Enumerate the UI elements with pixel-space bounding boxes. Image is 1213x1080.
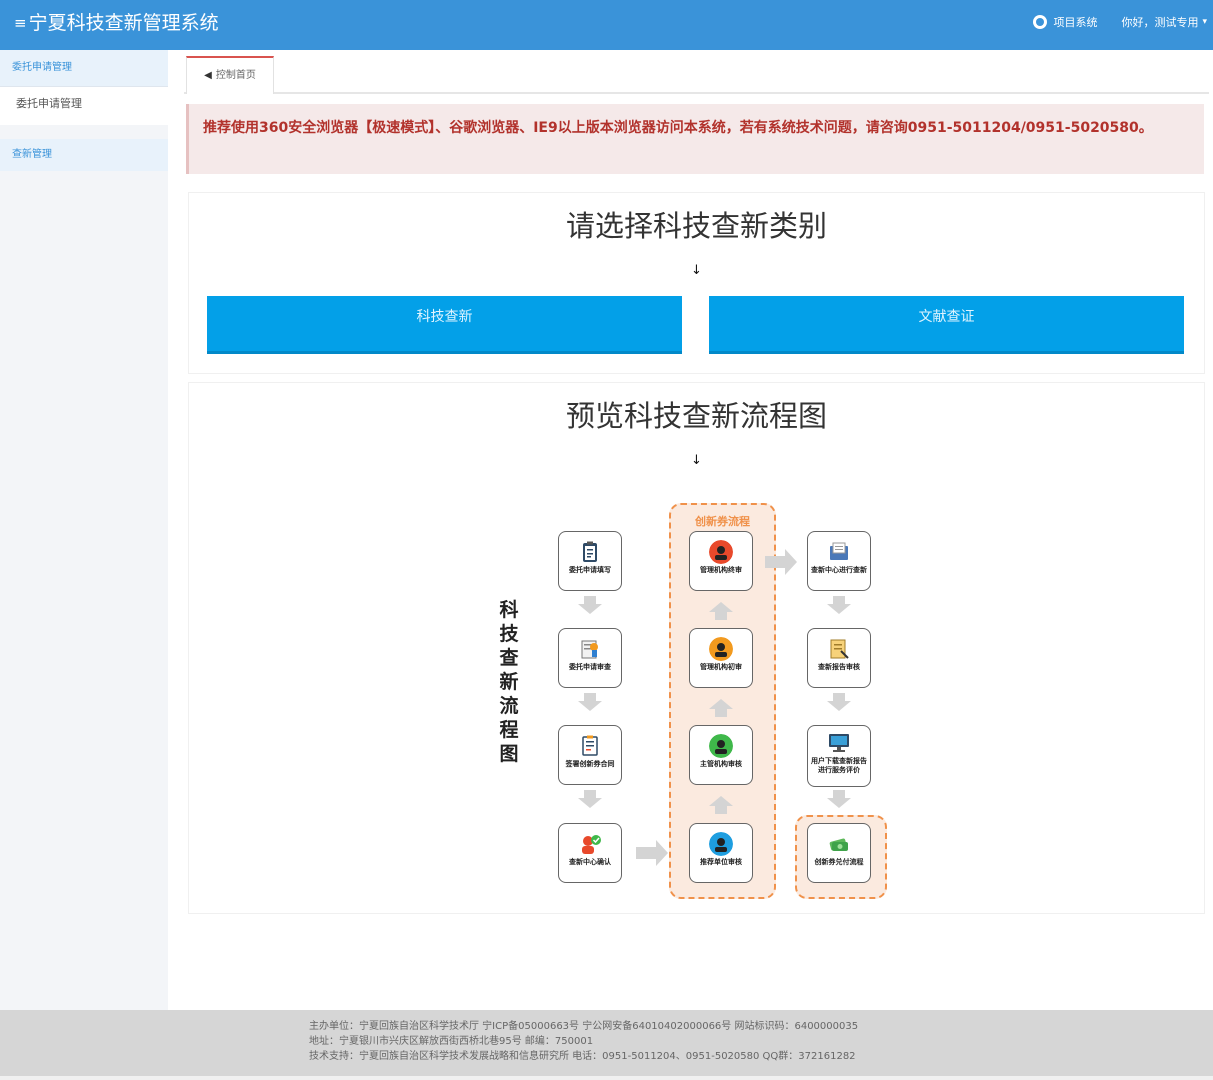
sidebar: 委托申请管理 委托申请管理 查新管理 [0, 50, 168, 1010]
chevron-down-icon[interactable]: ▾ [1202, 17, 1207, 27]
arrow-down-icon: ↓ [691, 453, 702, 468]
app-title: 宁夏科技查新管理系统 [28, 12, 219, 34]
send-icon: ◀ [204, 70, 212, 81]
sidebar-item-commission-management[interactable]: 委托申请管理 [0, 87, 168, 125]
globe-icon [1033, 15, 1048, 29]
tab-dashboard[interactable]: ◀ 控制首页 [186, 56, 274, 94]
literature-verification-button[interactable]: 文献查证 [709, 296, 1184, 354]
browser-notice: 推荐使用360安全浏览器【极速模式】、谷歌浏览器、IE9以上版本浏览器访问本系统… [186, 104, 1204, 174]
top-right-menu: 项目系统 你好，测试专用 ▾ [1033, 14, 1207, 30]
tab-label: 控制首页 [215, 70, 256, 81]
footer-info: 主办单位：宁夏回族自治区科学技术厅 宁ICP备05000663号 宁公网安备64… [309, 1019, 858, 1064]
sidebar-group-commission[interactable]: 委托申请管理 [0, 50, 168, 87]
footer: 主办单位：宁夏回族自治区科学技术厅 宁ICP备05000663号 宁公网安备64… [0, 1010, 1213, 1076]
flow-title: 预览科技查新流程图 [565, 399, 827, 433]
flow-arrows [578, 549, 851, 866]
footer-line: 技术支持：宁夏回族自治区科学技术发展战略和信息研究所 电话：0951-50112… [309, 1051, 856, 1062]
sci-tech-novelty-button[interactable]: 科技查新 [207, 296, 682, 354]
top-navbar: ≡ 宁夏科技查新管理系统 项目系统 你好，测试专用 ▾ [0, 0, 1213, 50]
category-title: 请选择科技查新类别 [565, 209, 827, 243]
app-brand[interactable]: ≡ 宁夏科技查新管理系统 [14, 10, 219, 36]
projects-link[interactable]: 项目系统 [1053, 14, 1097, 30]
process-flowchart: 科技查新流程图 创新券流程 委托申请填写 委托申请审查 签署创新券合同 查新中心… [488, 500, 898, 900]
category-panel: 请选择科技查新类别 ↓ 科技查新 文献查证 [188, 192, 1205, 374]
footer-line: 主办单位：宁夏回族自治区科学技术厅 宁ICP备05000663号 宁公网安备64… [309, 1021, 859, 1032]
menu-icon[interactable]: ≡ [14, 10, 27, 36]
sidebar-group-novelty[interactable]: 查新管理 [0, 139, 168, 171]
tab-bar: ◀ 控制首页 [184, 56, 1209, 94]
footer-line: 地址：宁夏银川市兴庆区解放西街西桥北巷95号 邮编：750001 [309, 1036, 594, 1047]
arrow-down-icon: ↓ [691, 263, 702, 278]
user-menu[interactable]: 你好，测试专用 [1121, 14, 1198, 30]
